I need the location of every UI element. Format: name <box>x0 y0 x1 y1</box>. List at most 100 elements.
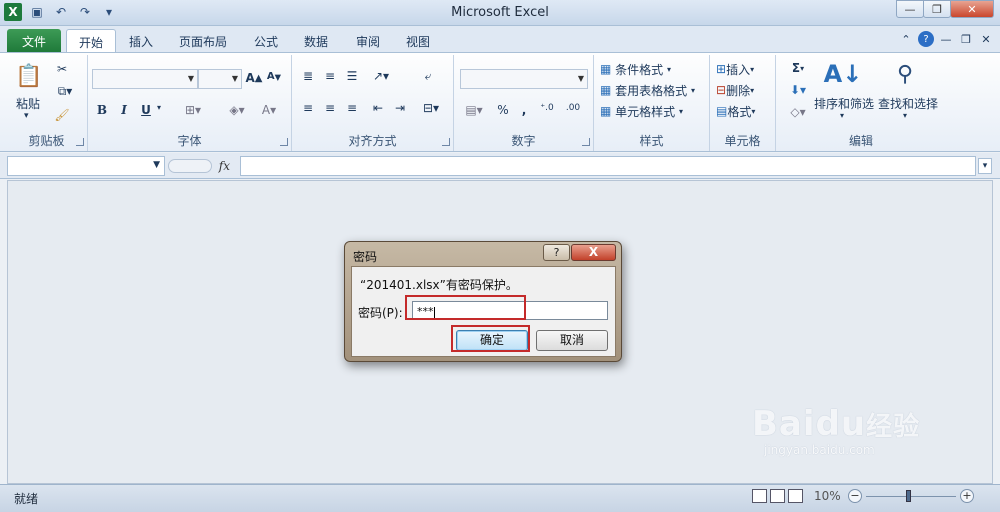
password-highlight <box>405 295 526 320</box>
decrease-indent-icon[interactable]: ⇤ <box>370 101 386 115</box>
fill-color-icon[interactable]: ◈▾ <box>224 103 250 117</box>
cell-styles-button[interactable]: ▦ 单元格样式 ▾ <box>600 103 683 119</box>
decrease-decimal-icon[interactable]: .00 <box>562 103 584 113</box>
clear-icon[interactable]: ◇▾ <box>786 105 810 119</box>
status-bar: 就绪 10% − + <box>0 484 1000 512</box>
percent-button[interactable]: % <box>496 103 510 117</box>
increase-decimal-icon[interactable]: ⁺.0 <box>536 103 558 113</box>
number-format-select[interactable]: ▼ <box>460 69 588 89</box>
clipboard-launcher-icon[interactable] <box>76 138 84 146</box>
zoom-level[interactable]: 10% <box>814 489 841 503</box>
format-painter-icon[interactable]: 🖌 <box>54 107 70 123</box>
tab-view[interactable]: 视图 <box>394 29 442 52</box>
sort-filter-icon[interactable]: A↓ <box>824 59 863 89</box>
tab-data[interactable]: 数据 <box>292 29 340 52</box>
zoom-slider-thumb[interactable] <box>906 490 911 502</box>
sort-filter-label[interactable]: 排序和筛选 <box>814 95 874 112</box>
font-name-select[interactable]: ▼ <box>92 69 198 89</box>
fill-icon[interactable]: ⬇▾ <box>786 83 810 97</box>
align-left-icon[interactable]: ≡ <box>300 101 316 115</box>
doc-close-icon[interactable]: ✕ <box>978 31 994 47</box>
fx-icon: fx <box>218 159 230 173</box>
zoom-slider[interactable] <box>866 496 956 497</box>
zoom-in-icon[interactable]: + <box>960 489 974 503</box>
insert-cells-button[interactable]: ⊞ 插入 ▾ <box>716 61 754 77</box>
number-launcher-icon[interactable] <box>582 138 590 146</box>
dialog-help-button[interactable]: ? <box>543 244 570 261</box>
name-box[interactable]: ▼ <box>7 156 165 176</box>
currency-icon[interactable]: ▤▾ <box>462 103 486 117</box>
align-center-icon[interactable]: ≡ <box>322 101 338 115</box>
tab-page-layout[interactable]: 页面布局 <box>167 29 239 52</box>
copy-icon[interactable]: ⧉▾ <box>54 83 76 99</box>
border-icon[interactable]: ⊞▾ <box>180 103 206 117</box>
watermark-url: jingyan.baidu.com <box>764 443 875 457</box>
sigma-icon: Σ <box>791 61 801 75</box>
orientation-icon[interactable]: ↗▾ <box>370 69 392 83</box>
align-middle-icon[interactable]: ≡ <box>322 69 338 83</box>
grow-font-icon[interactable]: A ▲ <box>246 71 263 85</box>
autosum-button[interactable]: Σ ▾ <box>786 61 810 75</box>
bold-button[interactable]: B <box>94 103 110 117</box>
cut-icon[interactable]: ✂ <box>54 61 70 77</box>
insert-cells-icon: ⊞ <box>716 62 727 76</box>
expand-formula-bar-icon[interactable]: ▾ <box>978 158 992 174</box>
table-icon: ▦ <box>600 83 612 97</box>
page-break-view-icon[interactable] <box>788 489 803 503</box>
format-as-table-button[interactable]: ▦ 套用表格格式 ▾ <box>600 82 695 98</box>
tab-formulas[interactable]: 公式 <box>242 29 290 52</box>
help-icon[interactable]: ? <box>918 31 934 47</box>
paste-dropdown-icon[interactable]: ▾ <box>24 111 29 121</box>
dialog-close-button[interactable]: X <box>571 244 616 261</box>
cancel-button[interactable]: 取消 <box>536 330 608 351</box>
zoom-out-icon[interactable]: − <box>848 489 862 503</box>
minimize-icon[interactable]: — <box>896 0 924 18</box>
sort-dropdown-icon[interactable]: ▾ <box>840 111 844 120</box>
tab-review[interactable]: 审阅 <box>344 29 392 52</box>
align-top-icon[interactable]: ≣ <box>300 69 316 83</box>
format-cells-icon: ▤ <box>716 104 728 118</box>
font-size-select[interactable]: ▼ <box>198 69 242 89</box>
align-bottom-icon[interactable]: ☰ <box>344 69 360 83</box>
tab-file[interactable]: 文件 <box>7 29 61 52</box>
password-label: 密码(P): <box>358 306 403 320</box>
format-cells-button[interactable]: ▤ 格式 ▾ <box>716 103 755 119</box>
doc-minimize-icon[interactable]: — <box>938 31 954 47</box>
page-layout-view-icon[interactable] <box>770 489 785 503</box>
font-launcher-icon[interactable] <box>280 138 288 146</box>
cells-group: ⊞ 插入 ▾ ⊟ 删除 ▾ ▤ 格式 ▾ 单元格 <box>710 55 776 151</box>
delete-cells-button[interactable]: ⊟ 删除 ▾ <box>716 82 754 98</box>
increase-indent-icon[interactable]: ⇥ <box>392 101 408 115</box>
tab-insert[interactable]: 插入 <box>117 29 165 52</box>
chevron-down-icon[interactable]: ▼ <box>153 160 160 170</box>
find-dropdown-icon[interactable]: ▾ <box>903 111 907 120</box>
underline-dropdown-icon[interactable]: ▾ <box>154 103 164 112</box>
font-group: ▼ ▼ A ▲ A ▼ B I U ▾ ⊞▾ ◈▾ A▾ 字体 <box>88 55 292 151</box>
alignment-launcher-icon[interactable] <box>442 138 450 146</box>
align-right-icon[interactable]: ≡ <box>344 101 360 115</box>
close-icon[interactable]: ✕ <box>950 0 994 18</box>
delete-cells-icon: ⊟ <box>716 83 727 97</box>
minimize-ribbon-icon[interactable]: ⌃ <box>898 31 914 47</box>
editing-group: Σ ▾ ⬇▾ ◇▾ A↓ 排序和筛选 ▾ ⚲ 查找和选择 ▾ 编辑 <box>776 55 946 151</box>
ok-highlight <box>451 325 530 352</box>
comma-button[interactable]: , <box>518 103 530 117</box>
normal-view-icon[interactable] <box>752 489 767 503</box>
conditional-format-button[interactable]: ▦ 条件格式 ▾ <box>600 61 671 77</box>
paste-icon[interactable]: 📋 <box>14 59 44 93</box>
merge-center-icon[interactable]: ⊟▾ <box>418 101 444 115</box>
formula-input[interactable] <box>240 156 976 176</box>
underline-button[interactable]: U <box>138 103 154 117</box>
wrap-text-icon[interactable]: ⤶ <box>420 69 436 84</box>
insert-function-button[interactable]: fx <box>166 156 236 176</box>
shrink-font-icon[interactable]: A ▼ <box>266 71 282 82</box>
restore-icon[interactable]: ❐ <box>923 0 951 18</box>
paste-label[interactable]: 粘贴 <box>16 95 40 112</box>
doc-restore-icon[interactable]: ❐ <box>958 31 974 47</box>
styles-group-label: 样式 <box>639 134 664 148</box>
italic-button[interactable]: I <box>116 103 132 117</box>
tab-home[interactable]: 开始 <box>66 29 117 52</box>
binoculars-icon[interactable]: ⚲ <box>890 59 920 89</box>
find-select-label[interactable]: 查找和选择 <box>878 95 938 112</box>
font-color-icon[interactable]: A▾ <box>256 103 282 117</box>
